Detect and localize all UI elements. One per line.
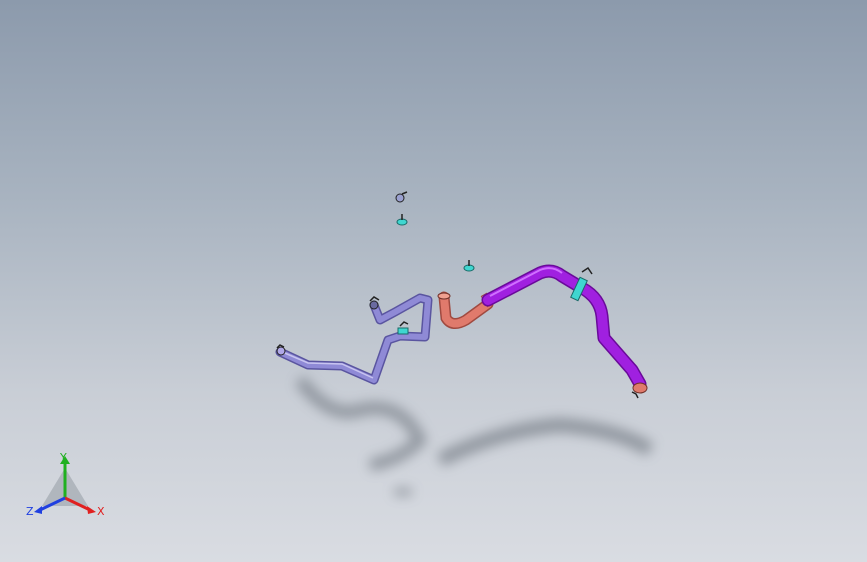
triad-z-arrow-icon xyxy=(34,506,42,514)
graphics-area[interactable]: Y X Z xyxy=(0,0,867,562)
hose-main-purple[interactable] xyxy=(481,264,648,394)
hose-clamp-2[interactable] xyxy=(397,321,409,335)
hose-shadow xyxy=(295,376,654,496)
hose-end-fitting-left[interactable] xyxy=(276,344,286,356)
loose-clip-1[interactable] xyxy=(395,191,408,203)
loose-clip-3[interactable] xyxy=(463,260,475,272)
triad-y-label: Y xyxy=(59,451,67,464)
triad-x-label: X xyxy=(97,505,105,518)
hose-clamp-3[interactable] xyxy=(369,296,380,310)
loose-clip-2[interactable] xyxy=(396,214,408,226)
triad-z-label: Z xyxy=(26,505,34,518)
hose-left-assembly[interactable] xyxy=(275,293,433,385)
triad-x-arrow-icon xyxy=(87,506,96,514)
model-view[interactable] xyxy=(0,0,867,562)
reference-triad: Y X Z xyxy=(26,451,105,518)
